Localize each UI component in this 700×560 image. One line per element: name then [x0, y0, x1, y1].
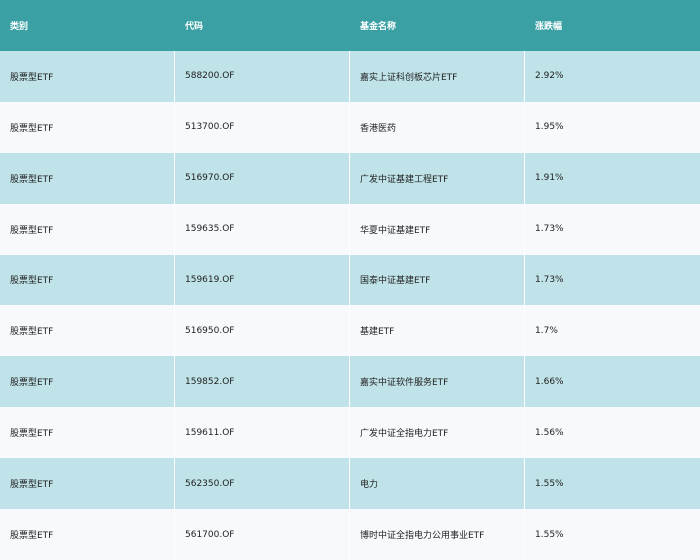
fund-name-cell: 嘉实上证科创板芯片ETF: [350, 50, 525, 102]
table-row[interactable]: 股票型ETF 159619.OF 国泰中证基建ETF 1.73%: [0, 254, 700, 306]
code-cell: 561700.OF: [175, 509, 350, 560]
code-cell: 513700.OF: [175, 101, 350, 153]
code-cell: 516970.OF: [175, 152, 350, 204]
fund-name-cell: 电力: [350, 458, 525, 510]
header-change-pct[interactable]: 涨跌幅: [525, 0, 700, 51]
fund-table: 类别 代码 基金名称 涨跌幅 股票型ETF 588200.OF 嘉实上证科创板芯…: [0, 0, 700, 560]
category-cell: 股票型ETF: [0, 152, 175, 204]
fund-name-cell: 基建ETF: [350, 305, 525, 357]
category-cell: 股票型ETF: [0, 407, 175, 459]
table-header: 类别 代码 基金名称 涨跌幅: [0, 0, 700, 51]
change-pct-cell: 1.73%: [535, 224, 564, 235]
change-pct-cell: 2.92%: [535, 71, 564, 82]
code-cell: 159635.OF: [175, 203, 350, 255]
category-cell: 股票型ETF: [0, 50, 175, 102]
table-row[interactable]: 股票型ETF 159635.OF 华夏中证基建ETF 1.73%: [0, 203, 700, 255]
category-cell: 股票型ETF: [0, 101, 175, 153]
table-row[interactable]: 股票型ETF 516950.OF 基建ETF 1.7%: [0, 305, 700, 357]
code-cell: 516950.OF: [175, 305, 350, 357]
fund-name-cell: 华夏中证基建ETF: [350, 203, 525, 255]
category-cell: 股票型ETF: [0, 458, 175, 510]
change-pct-cell: 1.73%: [535, 274, 564, 285]
change-pct-cell: 1.55%: [535, 478, 564, 489]
fund-name-cell: 广发中证全指电力ETF: [350, 407, 525, 459]
code-cell: 588200.OF: [175, 50, 350, 102]
category-cell: 股票型ETF: [0, 254, 175, 306]
table-row[interactable]: 股票型ETF 159611.OF 广发中证全指电力ETF 1.56%: [0, 407, 700, 459]
change-pct-cell: 1.56%: [535, 427, 564, 438]
fund-name-cell: 广发中证基建工程ETF: [350, 152, 525, 204]
code-cell: 159852.OF: [175, 356, 350, 408]
table-row[interactable]: 股票型ETF 516970.OF 广发中证基建工程ETF 1.91%: [0, 152, 700, 204]
change-pct-cell: 1.55%: [535, 529, 564, 540]
table-row[interactable]: 股票型ETF 562350.OF 电力 1.55%: [0, 458, 700, 510]
table-row[interactable]: 股票型ETF 159852.OF 嘉实中证软件服务ETF 1.66%: [0, 356, 700, 408]
fund-name-cell: 香港医药: [350, 101, 525, 153]
change-pct-cell: 1.95%: [535, 122, 564, 133]
category-cell: 股票型ETF: [0, 203, 175, 255]
table-row[interactable]: 股票型ETF 561700.OF 博时中证全指电力公用事业ETF 1.55%: [0, 509, 700, 560]
change-pct-cell: 1.7%: [535, 325, 558, 336]
category-cell: 股票型ETF: [0, 305, 175, 357]
category-cell: 股票型ETF: [0, 356, 175, 408]
code-cell: 159619.OF: [175, 254, 350, 306]
header-fund-name[interactable]: 基金名称: [350, 0, 525, 51]
fund-name-cell: 博时中证全指电力公用事业ETF: [350, 509, 525, 560]
change-pct-cell: 1.91%: [535, 173, 564, 184]
table-row[interactable]: 股票型ETF 513700.OF 香港医药 1.95%: [0, 101, 700, 153]
code-cell: 159611.OF: [175, 407, 350, 459]
header-code[interactable]: 代码: [175, 0, 350, 51]
fund-name-cell: 国泰中证基建ETF: [350, 254, 525, 306]
header-category[interactable]: 类别: [0, 0, 175, 51]
change-pct-cell: 1.66%: [535, 376, 564, 387]
table-row[interactable]: 股票型ETF 588200.OF 嘉实上证科创板芯片ETF 2.92%: [0, 50, 700, 102]
code-cell: 562350.OF: [175, 458, 350, 510]
fund-name-cell: 嘉实中证软件服务ETF: [350, 356, 525, 408]
category-cell: 股票型ETF: [0, 509, 175, 560]
